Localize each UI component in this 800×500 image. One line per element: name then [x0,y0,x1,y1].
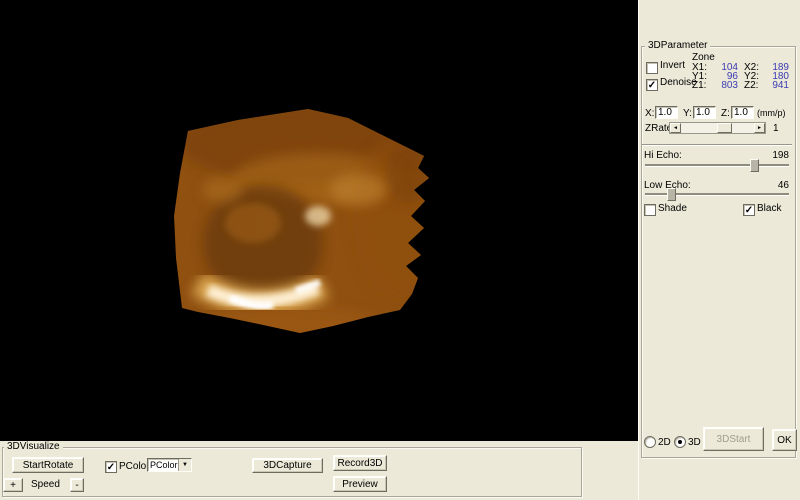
speed-label: Speed [31,479,60,490]
radio-dot [678,440,682,444]
shade-label[interactable]: Shade [658,204,687,214]
zone-z1-value: 803 [721,80,738,91]
separator [642,144,792,146]
dropdown-arrow-icon[interactable]: ▼ [178,459,191,471]
mode-3d-radio[interactable] [674,436,686,448]
pcolor-dropdown[interactable]: PColor ▼ [147,458,192,472]
scroll-right-arrow-icon: ► [757,124,762,131]
ok-button[interactable]: OK [772,429,797,451]
check-icon: ✓ [744,204,754,216]
scale-x-input[interactable] [655,106,678,119]
visualize-groupbox-title: 3DVisualize [4,442,63,452]
start-rotate-button[interactable]: StartRotate [12,457,84,473]
zone-z2-label: Z2: [744,80,759,91]
3dstart-button[interactable]: 3DStart [703,427,764,451]
scroll-left-arrow-icon: ◄ [673,124,678,131]
zone-z1-label: Z1: [692,80,707,91]
pcolor-label[interactable]: PColor [119,462,150,472]
scale-unit-label: (mm/p) [757,108,786,118]
mode-3d-label[interactable]: 3D [688,438,701,448]
parameter-groupbox-title: 3DParameter [645,41,711,51]
zrate-scroll-left-button[interactable]: ◄ [670,123,681,133]
zrate-scroll-right-button[interactable]: ► [754,123,765,133]
3dcapture-button[interactable]: 3DCapture [252,458,323,473]
scale-x-label: X: [645,108,655,119]
zrate-value: 1 [773,123,779,134]
scale-y-label: Y: [683,108,692,119]
scale-z-input[interactable] [731,106,754,119]
shade-checkbox[interactable] [644,204,656,216]
scale-z-label: Z: [721,108,730,119]
speed-plus-button[interactable]: + [3,478,23,492]
mode-2d-radio[interactable] [644,436,656,448]
zone-z2-value: 941 [772,80,789,91]
visualize-panel: 3DVisualize StartRotate + Speed - ✓ PCol… [0,441,638,500]
check-icon: ✓ [106,461,116,473]
invert-checkbox[interactable] [646,62,658,74]
mode-2d-label[interactable]: 2D [658,438,671,448]
hi-echo-label: Hi Echo: [644,150,682,161]
zrate-scrollbar-thumb[interactable] [717,123,732,133]
denoise-checkbox[interactable]: ✓ [646,79,658,91]
hi-echo-slider-track[interactable] [645,164,789,167]
pcolor-checkbox[interactable]: ✓ [105,461,117,473]
preview-button[interactable]: Preview [333,476,387,492]
pcolor-dropdown-value: PColor [150,460,178,470]
ultrasound-render [174,109,429,333]
hi-echo-slider-thumb[interactable] [750,159,759,172]
scale-y-input[interactable] [693,106,716,119]
low-echo-value: 46 [777,180,789,191]
3d-render-viewport[interactable] [0,0,638,441]
black-checkbox[interactable]: ✓ [743,204,755,216]
check-icon: ✓ [647,79,657,91]
application-window: 3DParameter Invert ✓ Denoise Zone X1: 10… [0,0,800,500]
speed-minus-button[interactable]: - [70,478,84,492]
zrate-scrollbar[interactable]: ◄ ► [669,122,766,134]
record3d-button[interactable]: Record3D [333,455,387,471]
invert-label[interactable]: Invert [660,61,685,71]
parameter-panel: 3DParameter Invert ✓ Denoise Zone X1: 10… [638,0,800,500]
hi-echo-value: 198 [772,150,789,161]
black-label[interactable]: Black [757,204,781,214]
low-echo-slider-thumb[interactable] [667,188,676,201]
